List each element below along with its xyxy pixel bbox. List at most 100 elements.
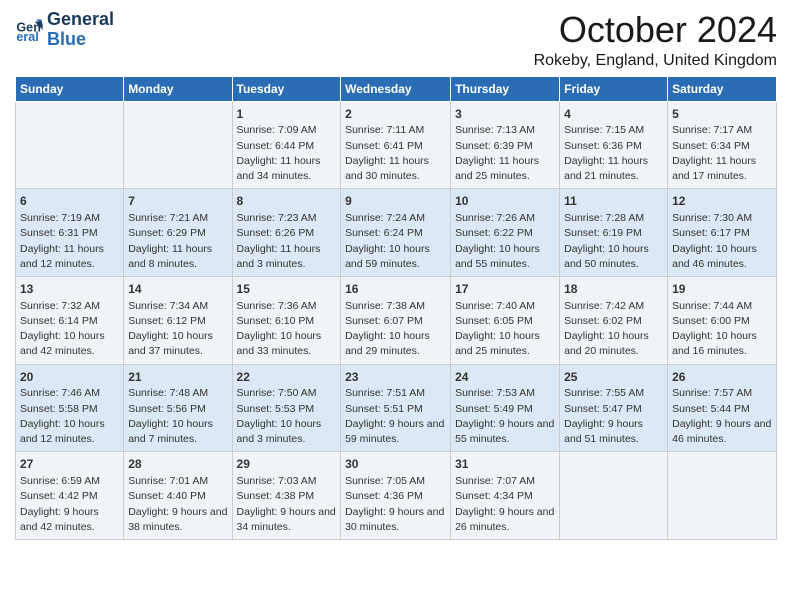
day-cell: 22Sunrise: 7:50 AMSunset: 5:53 PMDayligh… bbox=[232, 364, 341, 452]
day-info: Sunrise: 7:11 AMSunset: 6:41 PMDaylight:… bbox=[345, 123, 446, 184]
col-header-tuesday: Tuesday bbox=[232, 76, 341, 101]
day-number: 13 bbox=[20, 281, 119, 298]
day-info: Sunrise: 7:50 AMSunset: 5:53 PMDaylight:… bbox=[237, 386, 337, 447]
day-number: 7 bbox=[128, 193, 227, 210]
day-cell bbox=[668, 452, 777, 540]
day-number: 21 bbox=[128, 369, 227, 386]
day-number: 28 bbox=[128, 456, 227, 473]
day-info: Sunrise: 7:38 AMSunset: 6:07 PMDaylight:… bbox=[345, 299, 446, 360]
day-cell: 26Sunrise: 7:57 AMSunset: 5:44 PMDayligh… bbox=[668, 364, 777, 452]
week-row-5: 27Sunrise: 6:59 AMSunset: 4:42 PMDayligh… bbox=[16, 452, 777, 540]
day-number: 18 bbox=[564, 281, 663, 298]
day-number: 10 bbox=[455, 193, 555, 210]
title-area: October 2024 Rokeby, England, United Kin… bbox=[534, 10, 777, 70]
day-cell: 27Sunrise: 6:59 AMSunset: 4:42 PMDayligh… bbox=[16, 452, 124, 540]
day-info: Sunrise: 7:26 AMSunset: 6:22 PMDaylight:… bbox=[455, 211, 555, 272]
day-number: 11 bbox=[564, 193, 663, 210]
day-cell: 28Sunrise: 7:01 AMSunset: 4:40 PMDayligh… bbox=[124, 452, 232, 540]
day-info: Sunrise: 7:32 AMSunset: 6:14 PMDaylight:… bbox=[20, 299, 119, 360]
logo: Gen eral General Blue bbox=[15, 10, 114, 50]
day-number: 27 bbox=[20, 456, 119, 473]
day-info: Sunrise: 7:57 AMSunset: 5:44 PMDaylight:… bbox=[672, 386, 772, 447]
day-info: Sunrise: 7:30 AMSunset: 6:17 PMDaylight:… bbox=[672, 211, 772, 272]
svg-text:eral: eral bbox=[16, 30, 38, 44]
day-info: Sunrise: 7:01 AMSunset: 4:40 PMDaylight:… bbox=[128, 474, 227, 535]
calendar-table: SundayMondayTuesdayWednesdayThursdayFrid… bbox=[15, 76, 777, 540]
location: Rokeby, England, United Kingdom bbox=[534, 52, 777, 70]
day-number: 25 bbox=[564, 369, 663, 386]
day-number: 5 bbox=[672, 106, 772, 123]
day-number: 12 bbox=[672, 193, 772, 210]
day-cell: 15Sunrise: 7:36 AMSunset: 6:10 PMDayligh… bbox=[232, 276, 341, 364]
day-cell: 7Sunrise: 7:21 AMSunset: 6:29 PMDaylight… bbox=[124, 189, 232, 277]
day-cell: 23Sunrise: 7:51 AMSunset: 5:51 PMDayligh… bbox=[341, 364, 451, 452]
day-info: Sunrise: 7:23 AMSunset: 6:26 PMDaylight:… bbox=[237, 211, 337, 272]
day-cell: 30Sunrise: 7:05 AMSunset: 4:36 PMDayligh… bbox=[341, 452, 451, 540]
day-info: Sunrise: 7:36 AMSunset: 6:10 PMDaylight:… bbox=[237, 299, 337, 360]
day-info: Sunrise: 7:09 AMSunset: 6:44 PMDaylight:… bbox=[237, 123, 337, 184]
day-number: 24 bbox=[455, 369, 555, 386]
day-cell: 19Sunrise: 7:44 AMSunset: 6:00 PMDayligh… bbox=[668, 276, 777, 364]
day-number: 17 bbox=[455, 281, 555, 298]
day-number: 20 bbox=[20, 369, 119, 386]
day-cell bbox=[560, 452, 668, 540]
day-info: Sunrise: 7:55 AMSunset: 5:47 PMDaylight:… bbox=[564, 386, 663, 447]
day-number: 29 bbox=[237, 456, 337, 473]
header: Gen eral General Blue October 2024 Rokeb… bbox=[15, 10, 777, 70]
logo-text-line2: Blue bbox=[47, 30, 114, 50]
day-number: 30 bbox=[345, 456, 446, 473]
day-number: 26 bbox=[672, 369, 772, 386]
day-cell: 24Sunrise: 7:53 AMSunset: 5:49 PMDayligh… bbox=[451, 364, 560, 452]
day-number: 23 bbox=[345, 369, 446, 386]
day-number: 8 bbox=[237, 193, 337, 210]
day-number: 6 bbox=[20, 193, 119, 210]
day-number: 16 bbox=[345, 281, 446, 298]
day-info: Sunrise: 7:34 AMSunset: 6:12 PMDaylight:… bbox=[128, 299, 227, 360]
day-info: Sunrise: 7:46 AMSunset: 5:58 PMDaylight:… bbox=[20, 386, 119, 447]
day-cell: 10Sunrise: 7:26 AMSunset: 6:22 PMDayligh… bbox=[451, 189, 560, 277]
day-cell: 8Sunrise: 7:23 AMSunset: 6:26 PMDaylight… bbox=[232, 189, 341, 277]
day-cell bbox=[124, 101, 232, 189]
day-info: Sunrise: 7:40 AMSunset: 6:05 PMDaylight:… bbox=[455, 299, 555, 360]
day-info: Sunrise: 7:07 AMSunset: 4:34 PMDaylight:… bbox=[455, 474, 555, 535]
calendar-container: Gen eral General Blue October 2024 Rokeb… bbox=[0, 0, 792, 555]
day-cell: 16Sunrise: 7:38 AMSunset: 6:07 PMDayligh… bbox=[341, 276, 451, 364]
logo-text-line1: General bbox=[47, 10, 114, 30]
week-row-4: 20Sunrise: 7:46 AMSunset: 5:58 PMDayligh… bbox=[16, 364, 777, 452]
day-cell: 5Sunrise: 7:17 AMSunset: 6:34 PMDaylight… bbox=[668, 101, 777, 189]
day-info: Sunrise: 7:28 AMSunset: 6:19 PMDaylight:… bbox=[564, 211, 663, 272]
day-cell: 31Sunrise: 7:07 AMSunset: 4:34 PMDayligh… bbox=[451, 452, 560, 540]
week-row-1: 1Sunrise: 7:09 AMSunset: 6:44 PMDaylight… bbox=[16, 101, 777, 189]
logo-icon: Gen eral bbox=[15, 16, 43, 44]
day-number: 2 bbox=[345, 106, 446, 123]
day-cell: 3Sunrise: 7:13 AMSunset: 6:39 PMDaylight… bbox=[451, 101, 560, 189]
day-number: 22 bbox=[237, 369, 337, 386]
day-info: Sunrise: 7:53 AMSunset: 5:49 PMDaylight:… bbox=[455, 386, 555, 447]
week-row-2: 6Sunrise: 7:19 AMSunset: 6:31 PMDaylight… bbox=[16, 189, 777, 277]
day-info: Sunrise: 7:48 AMSunset: 5:56 PMDaylight:… bbox=[128, 386, 227, 447]
day-info: Sunrise: 7:15 AMSunset: 6:36 PMDaylight:… bbox=[564, 123, 663, 184]
day-cell: 25Sunrise: 7:55 AMSunset: 5:47 PMDayligh… bbox=[560, 364, 668, 452]
day-cell bbox=[16, 101, 124, 189]
day-cell: 20Sunrise: 7:46 AMSunset: 5:58 PMDayligh… bbox=[16, 364, 124, 452]
col-header-monday: Monday bbox=[124, 76, 232, 101]
col-header-sunday: Sunday bbox=[16, 76, 124, 101]
col-header-wednesday: Wednesday bbox=[341, 76, 451, 101]
col-header-thursday: Thursday bbox=[451, 76, 560, 101]
header-row: SundayMondayTuesdayWednesdayThursdayFrid… bbox=[16, 76, 777, 101]
day-number: 15 bbox=[237, 281, 337, 298]
day-info: Sunrise: 7:17 AMSunset: 6:34 PMDaylight:… bbox=[672, 123, 772, 184]
day-info: Sunrise: 7:03 AMSunset: 4:38 PMDaylight:… bbox=[237, 474, 337, 535]
week-row-3: 13Sunrise: 7:32 AMSunset: 6:14 PMDayligh… bbox=[16, 276, 777, 364]
day-cell: 9Sunrise: 7:24 AMSunset: 6:24 PMDaylight… bbox=[341, 189, 451, 277]
day-number: 9 bbox=[345, 193, 446, 210]
day-cell: 4Sunrise: 7:15 AMSunset: 6:36 PMDaylight… bbox=[560, 101, 668, 189]
day-cell: 18Sunrise: 7:42 AMSunset: 6:02 PMDayligh… bbox=[560, 276, 668, 364]
col-header-friday: Friday bbox=[560, 76, 668, 101]
month-title: October 2024 bbox=[534, 10, 777, 50]
day-cell: 17Sunrise: 7:40 AMSunset: 6:05 PMDayligh… bbox=[451, 276, 560, 364]
day-number: 14 bbox=[128, 281, 227, 298]
day-number: 31 bbox=[455, 456, 555, 473]
day-info: Sunrise: 7:24 AMSunset: 6:24 PMDaylight:… bbox=[345, 211, 446, 272]
day-cell: 21Sunrise: 7:48 AMSunset: 5:56 PMDayligh… bbox=[124, 364, 232, 452]
